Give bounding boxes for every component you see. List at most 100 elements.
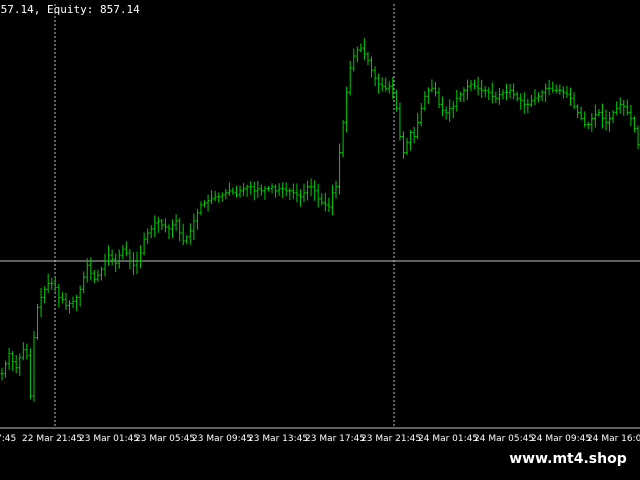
ohlc-bar <box>139 245 143 269</box>
ohlc-bar <box>114 253 118 272</box>
ohlc-bar <box>441 96 445 117</box>
ohlc-bar <box>206 194 210 212</box>
ohlc-bar <box>309 178 313 197</box>
time-axis-label: 23 Mar 05:45 <box>135 434 196 444</box>
ohlc-bar <box>298 189 302 207</box>
ohlc-bar <box>18 353 22 377</box>
ohlc-bar <box>263 186 267 200</box>
ohlc-bar <box>576 104 580 119</box>
ohlc-bar <box>522 92 526 114</box>
ohlc-bar <box>380 77 384 92</box>
ohlc-bar <box>60 291 64 304</box>
ohlc-bar <box>608 111 612 132</box>
ohlc-bar <box>568 87 572 106</box>
ohlc-bar <box>629 104 633 127</box>
ohlc-bar <box>448 99 452 123</box>
ohlc-bar <box>291 183 295 199</box>
ohlc-bar <box>469 80 473 92</box>
ohlc-bar <box>121 244 125 260</box>
ohlc-bar <box>171 219 175 239</box>
ohlc-bar <box>64 292 68 311</box>
ohlc-bar <box>377 73 381 94</box>
ohlc-bar <box>419 103 423 127</box>
ohlc-bar <box>32 331 36 402</box>
ohlc-bar <box>235 185 239 198</box>
ohlc-bar <box>334 180 338 199</box>
ohlc-bar <box>323 193 327 212</box>
ohlc-bar <box>345 86 349 133</box>
ohlc-bar <box>586 121 590 129</box>
ohlc-bar <box>593 104 597 128</box>
ohlc-bar <box>554 84 558 94</box>
equity-label: Equity: <box>47 3 94 16</box>
price-chart[interactable] <box>0 0 640 480</box>
ohlc-bar <box>423 91 427 111</box>
ohlc-bar <box>487 87 491 100</box>
ohlc-bar <box>352 48 356 72</box>
ohlc-bar <box>252 182 256 201</box>
ohlc-bar <box>284 182 288 197</box>
ohlc-bar <box>149 225 153 239</box>
ohlc-bar <box>473 79 477 90</box>
equity-value: 857.14 <box>99 3 140 16</box>
ohlc-bar <box>245 184 249 197</box>
bottom-strip <box>0 451 496 480</box>
ohlc-bar <box>497 87 501 105</box>
ohlc-bar <box>512 83 516 100</box>
ohlc-bar <box>195 209 199 230</box>
ohlc-bar <box>203 200 207 208</box>
ohlc-bar <box>508 84 512 99</box>
ohlc-bar <box>103 253 107 277</box>
ohlc-bar <box>348 60 352 96</box>
ohlc-bar <box>505 83 509 101</box>
time-axis-label: 23 Mar 17:45 <box>305 434 366 444</box>
ohlc-bar <box>519 93 523 110</box>
ohlc-bar <box>135 251 139 275</box>
ohlc-bar <box>366 51 370 66</box>
ohlc-bar <box>46 273 50 293</box>
time-axis-label: 23 Mar 13:45 <box>248 434 309 444</box>
ohlc-bar <box>306 180 310 201</box>
ohlc-bar <box>416 113 420 140</box>
ohlc-bar <box>220 192 224 202</box>
ohlc-bar <box>163 218 167 233</box>
ohlc-bar <box>192 213 196 241</box>
ohlc-bar <box>242 182 246 197</box>
ohlc-bar <box>330 184 334 216</box>
ohlc-bar <box>320 193 324 206</box>
ohlc-bar <box>636 125 640 150</box>
ohlc-bar <box>210 190 214 205</box>
account-info: 857.14, Equity: 857.14 <box>0 4 140 16</box>
ohlc-bar <box>238 185 242 198</box>
ohlc-bar <box>604 109 608 131</box>
ohlc-bar <box>579 106 583 121</box>
ohlc-bar <box>50 277 54 290</box>
ohlc-bar <box>231 187 235 195</box>
ohlc-bar <box>387 81 391 94</box>
ohlc-bar <box>146 228 150 244</box>
ohlc-bar <box>117 249 121 269</box>
ohlc-bar <box>540 89 544 102</box>
ohlc-bar <box>401 131 405 159</box>
time-axis-label: 24 Mar 09:45 <box>531 434 592 444</box>
ohlc-bar <box>153 215 157 237</box>
ohlc-bar <box>82 271 86 294</box>
ohlc-bar <box>96 269 100 282</box>
ohlc-bar <box>551 81 555 93</box>
ohlc-bar <box>99 266 103 281</box>
ohlc-bar <box>213 190 217 202</box>
ohlc-bar <box>341 120 345 158</box>
ohlc-bar <box>156 216 160 233</box>
ohlc-bar <box>632 116 636 133</box>
chart-window[interactable]: 857.14, Equity: 857.14 7:4522 Mar 21:452… <box>0 0 640 480</box>
ohlc-bar <box>533 89 537 106</box>
ohlc-bar <box>370 56 374 78</box>
ohlc-bar <box>124 241 128 257</box>
ohlc-bar <box>483 86 487 97</box>
ohlc-bar <box>490 82 494 104</box>
ohlc-bar <box>611 110 615 123</box>
time-axis-label: 24 Mar 05:45 <box>474 434 535 444</box>
ohlc-bar <box>565 85 569 99</box>
ohlc-bar <box>185 234 189 245</box>
ohlc-bar <box>480 79 484 98</box>
